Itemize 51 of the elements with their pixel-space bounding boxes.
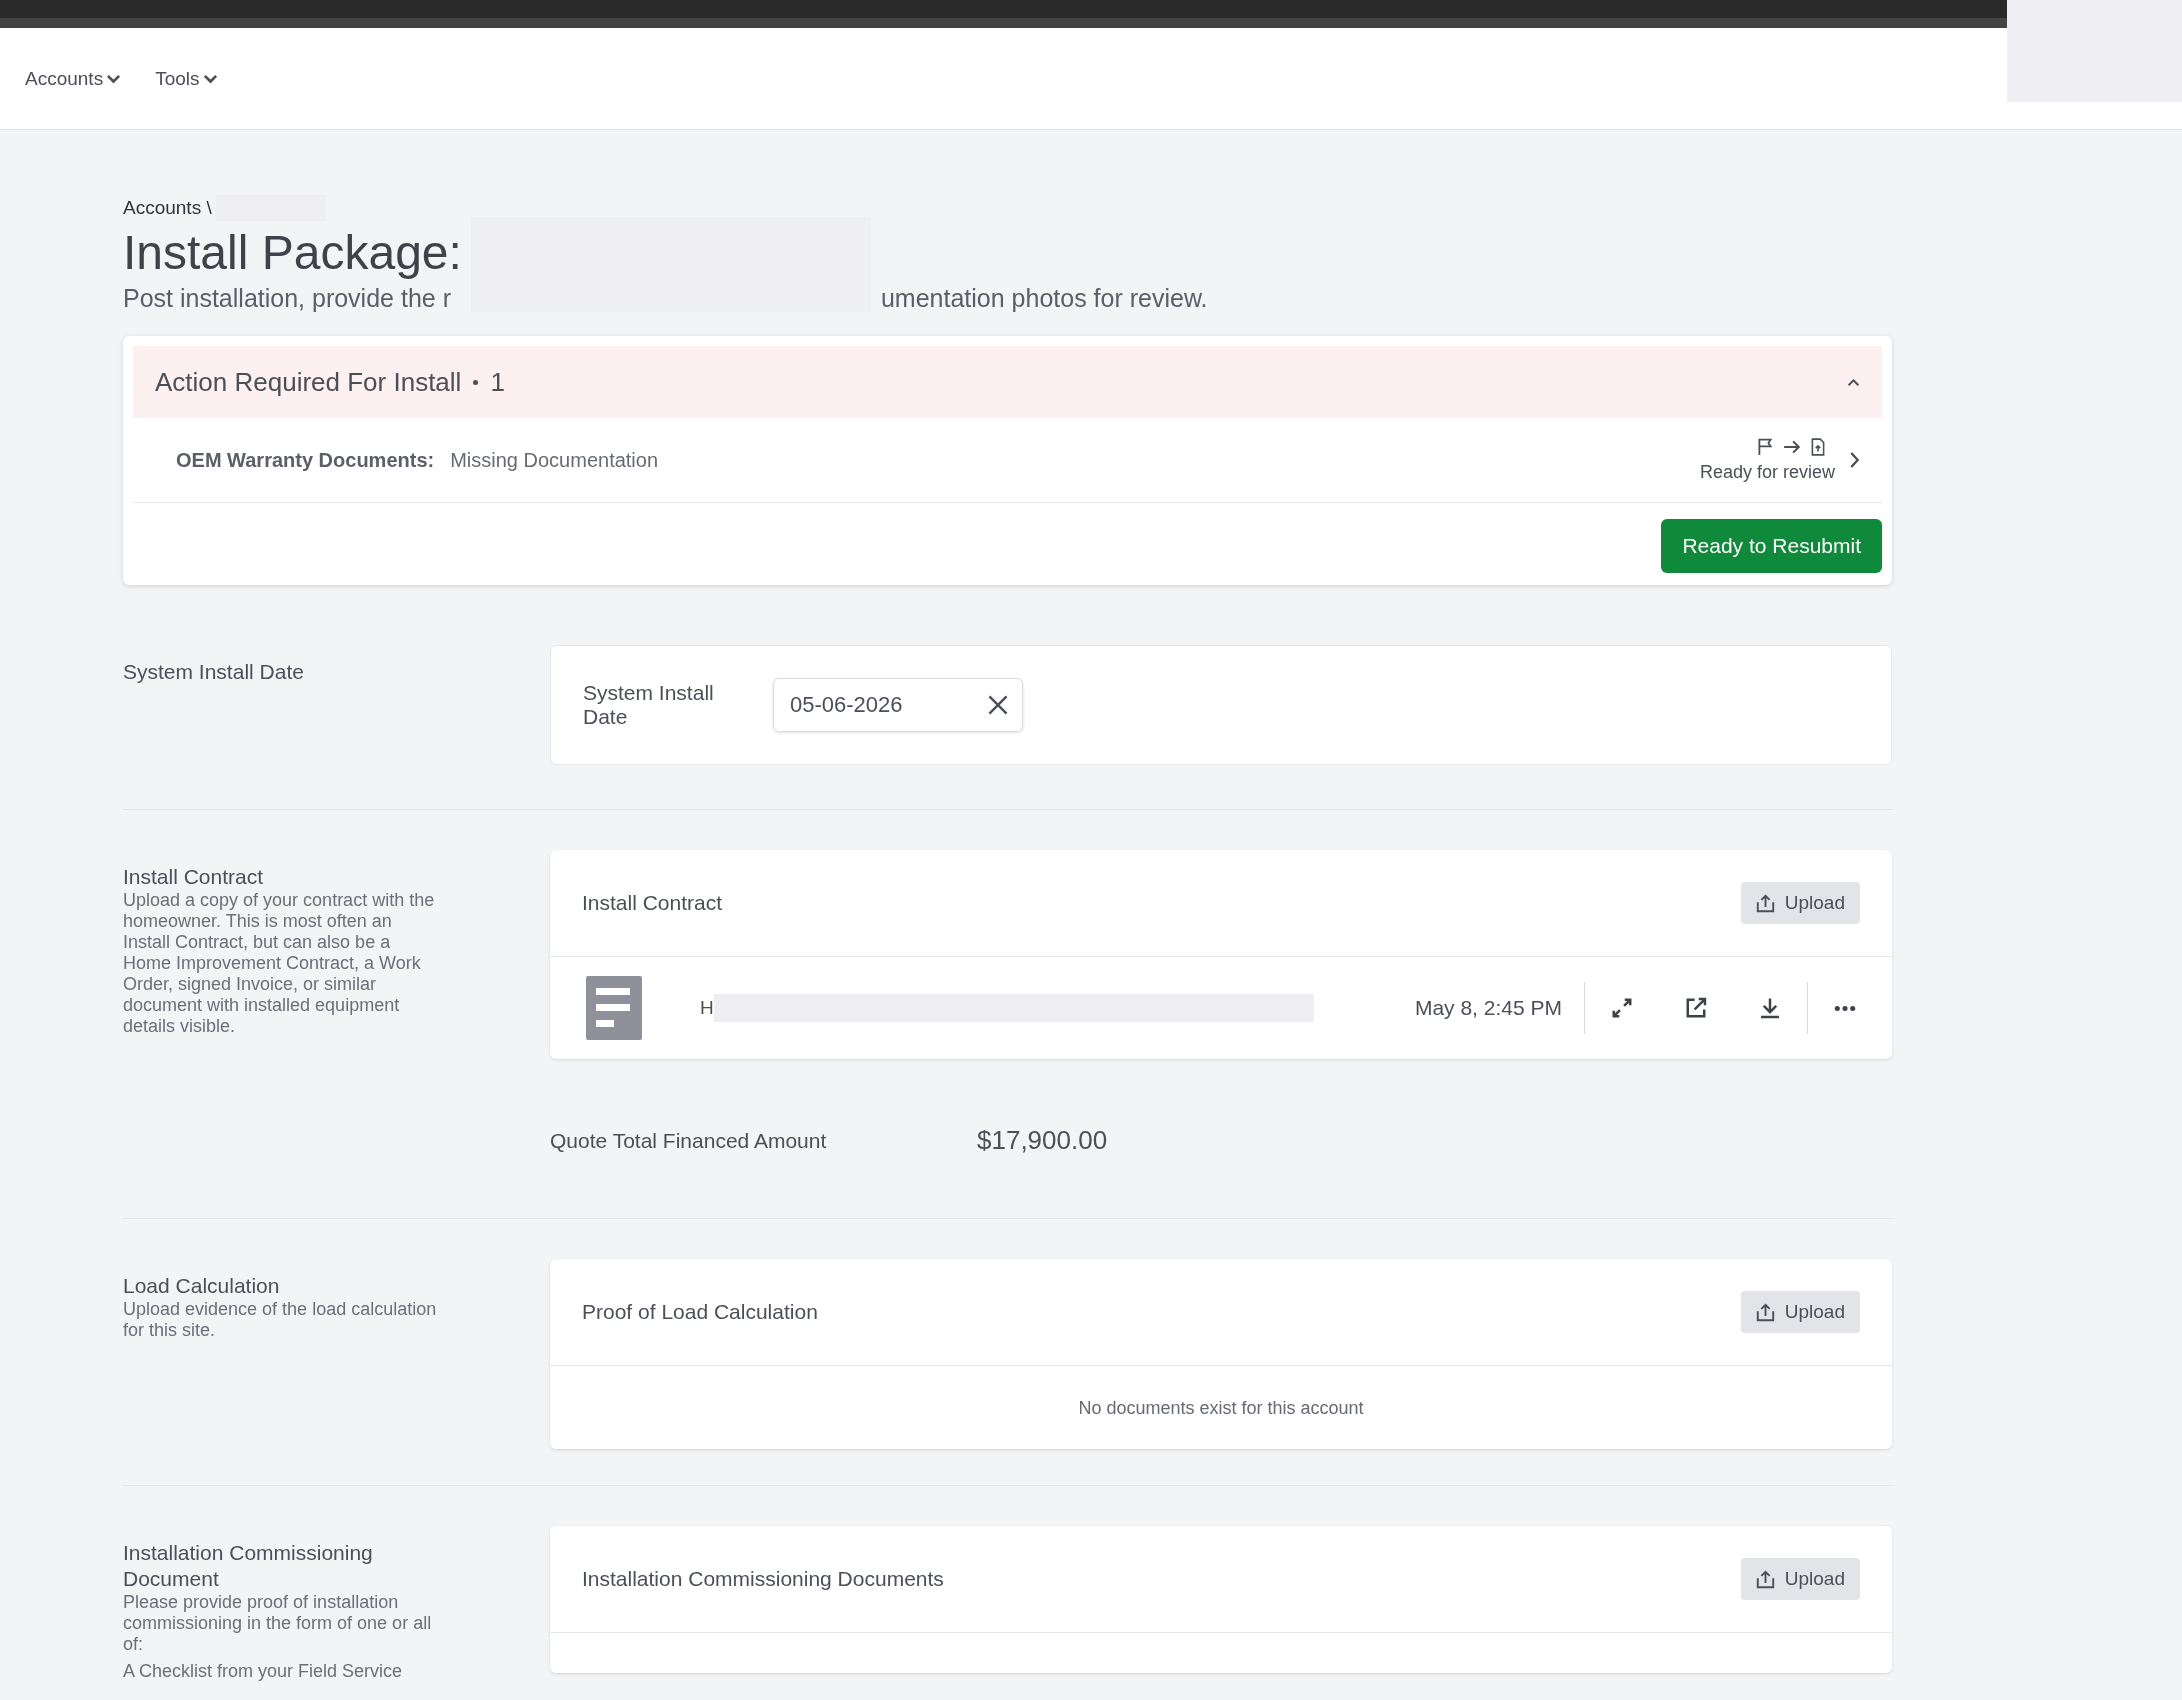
quote-amount: $17,900.00	[977, 1125, 1108, 1156]
chevron-right-icon	[1849, 451, 1860, 469]
breadcrumb: Accounts \	[123, 197, 212, 219]
file-date: May 8, 2:45 PM	[1414, 996, 1562, 1020]
document-icon	[586, 976, 642, 1040]
item-value: Missing Documentation	[450, 448, 659, 472]
card-title: Install Contract	[582, 891, 723, 915]
upload-button[interactable]: Upload	[1740, 1558, 1860, 1600]
download-icon[interactable]	[1759, 997, 1781, 1019]
arrow-right-icon	[1783, 438, 1801, 455]
quote-label: Quote Total Financed Amount	[550, 1128, 828, 1153]
action-header[interactable]: Action Required For Install 1	[133, 346, 1882, 418]
expand-icon[interactable]	[1611, 997, 1633, 1019]
upload-button[interactable]: Upload	[1740, 882, 1860, 924]
chevron-down-icon	[202, 73, 218, 84]
upload-icon	[1755, 893, 1775, 913]
action-count: 1	[490, 366, 505, 398]
external-link-icon[interactable]	[1685, 997, 1707, 1019]
section-description: A Checklist from your Field Service	[123, 1661, 404, 1682]
action-title: Action Required For Install	[155, 366, 462, 398]
chevron-down-icon	[106, 73, 122, 84]
section-title: Installation Commissioning Document	[123, 1540, 374, 1592]
section-description: Upload a copy of your contract with the homeowner. This is most often an Install Contract, but can also be a Home Improvement Contract, a Work Order, signed Invoice, or similar document with installed equipment details visible.	[123, 890, 436, 1037]
upload-icon	[1755, 1569, 1775, 1589]
file-name[interactable]: H	[700, 997, 714, 1019]
section-description: Upload evidence of the load calculation for this site.	[123, 1299, 438, 1341]
item-label: OEM Warranty Documents:	[176, 448, 435, 472]
file-upload-icon	[1811, 437, 1825, 456]
action-item[interactable]: OEM Warranty Documents: Missing Documentation Ready for review	[133, 418, 1882, 503]
card-title: Proof of Load Calculation	[582, 1300, 818, 1324]
close-icon[interactable]	[988, 695, 1008, 715]
field-label: System Install Date	[583, 681, 715, 729]
section-title: Install Contract	[123, 864, 265, 890]
more-icon[interactable]	[1834, 1004, 1856, 1012]
date-field[interactable]: 05-06-2026	[773, 678, 1023, 732]
card-title: Installation Commissioning Documents	[582, 1567, 944, 1591]
section-description: Please provide proof of installation commissioning in the form of one or all of:	[123, 1592, 433, 1655]
nav-menu[interactable]: Accounts	[25, 67, 122, 90]
upload-icon	[1755, 1302, 1775, 1322]
page-title: Install Package:	[123, 225, 462, 281]
empty-message: No documents exist for this account	[1077, 1397, 1365, 1420]
page-description: umentation photos for review.	[880, 283, 1208, 314]
section-title: Load Calculation	[123, 1273, 281, 1299]
status-text: Ready for review	[1699, 461, 1835, 483]
resubmit-button[interactable]: Ready to Resubmit	[1661, 519, 1882, 573]
page-description: Post installation, provide the r	[123, 283, 451, 314]
bullet-icon	[473, 379, 479, 385]
nav-menu[interactable]: Tools	[155, 67, 218, 90]
section-title: System Install Date	[123, 659, 305, 685]
upload-button[interactable]: Upload	[1740, 1291, 1860, 1333]
flag-icon	[1757, 437, 1773, 456]
